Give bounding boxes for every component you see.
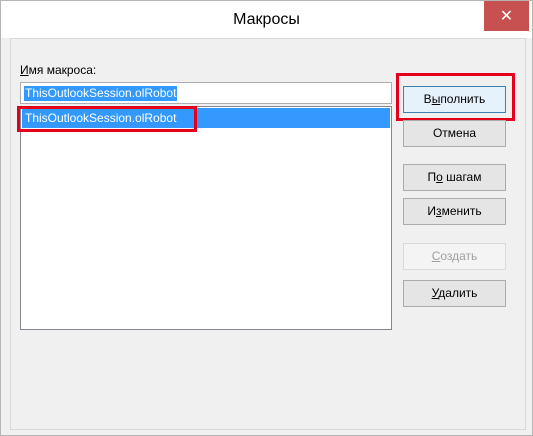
macro-list[interactable]: ThisOutlookSession.olRobot: [20, 106, 392, 330]
macro-name-input[interactable]: ThisOutlookSession.olRobot: [20, 82, 392, 104]
run-button[interactable]: Выполнить: [403, 86, 506, 113]
macro-name-value: ThisOutlookSession.olRobot: [24, 86, 178, 101]
create-button[interactable]: Создать: [403, 243, 506, 270]
delete-button[interactable]: Удалить: [403, 280, 506, 307]
dialog-title: Макросы: [233, 11, 300, 28]
highlight-list-item: [17, 106, 197, 132]
macro-name-label: Имя макроса:: [20, 63, 97, 77]
macros-dialog: Макросы ✕ Имя макроса: ThisOutlookSessio…: [0, 0, 533, 436]
title-bar: Макросы ✕: [1, 1, 532, 38]
step-into-button[interactable]: По шагам: [403, 164, 506, 191]
close-icon: ✕: [499, 8, 514, 25]
close-button[interactable]: ✕: [484, 1, 529, 31]
edit-button[interactable]: Изменить: [403, 198, 506, 225]
cancel-button[interactable]: Отмена: [403, 120, 506, 147]
